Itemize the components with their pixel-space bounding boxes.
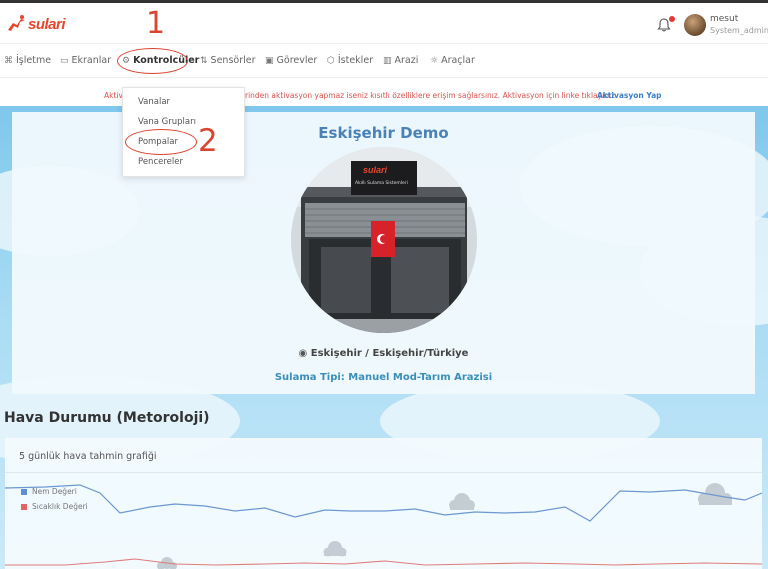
annotation-step-2: 2 (198, 123, 218, 159)
nav-label: Sensörler (210, 55, 256, 66)
monitor-icon: ▭ (60, 55, 69, 66)
logo[interactable]: sulari (5, 13, 66, 35)
user-name[interactable]: mesut (710, 14, 738, 24)
weather-card: 5 günlük hava tahmin grafiği Nem Değeri … (5, 438, 762, 569)
nav-item-sensorler[interactable]: ⇅ Sensörler (200, 55, 256, 66)
top-bar: sulari mesut System_admin (0, 0, 768, 44)
legend-label: Nem Değeri (32, 487, 77, 496)
nav-item-gorevler[interactable]: ▣ Görevler (265, 55, 317, 66)
nav-item-istekler[interactable]: ⬡ İstekler (327, 55, 373, 66)
logo-text: sulari (28, 15, 66, 33)
weather-heading: Hava Durumu (Metoroloji) (4, 410, 210, 426)
sign-brand: sulari (363, 165, 388, 175)
nav-label: Ekranlar (71, 55, 112, 66)
cloud-icon (323, 541, 347, 557)
legend-temperature[interactable]: Sıcaklık Değeri (21, 502, 88, 511)
command-icon: ⌘ (4, 55, 13, 66)
nav-label: Araçlar (441, 55, 475, 66)
annotation-ring-pompalar (125, 129, 197, 155)
nav-item-isletme[interactable]: ⌘ İşletme (4, 55, 51, 66)
avatar[interactable] (684, 14, 706, 36)
nav-item-araclar[interactable]: ☼ Araçlar (430, 55, 475, 66)
annotation-step-1: 1 (146, 6, 166, 41)
logo-runner-icon (8, 15, 25, 31)
humidity-line (5, 484, 762, 522)
cloud-icon (698, 483, 732, 505)
dropdown-item-pencereler[interactable]: Pencereler (138, 157, 183, 167)
activation-link[interactable]: Aktivasyon Yap (597, 91, 662, 100)
location-text: Eskişehir / Eskişehir/Türkiye (310, 348, 469, 359)
legend-humidity[interactable]: Nem Değeri (21, 487, 77, 496)
map-pin-icon: ◉ (298, 348, 308, 359)
weather-subtitle: 5 günlük hava tahmin grafiği (19, 451, 157, 462)
cube-icon: ⬡ (327, 55, 335, 66)
legend-swatch (21, 488, 27, 495)
nav-label: İşletme (16, 55, 52, 66)
nav-label: Görevler (276, 55, 318, 66)
main-nav: ⌘ İşletme ▭ Ekranlar ⚙ Kontrolcüler ⇅ Se… (0, 45, 768, 78)
legend-label: Sıcaklık Değeri (32, 502, 88, 511)
legend-swatch (21, 503, 27, 510)
nav-label: İstekler (337, 55, 374, 66)
sensor-icon: ⇅ (200, 55, 208, 66)
dropdown-item-vanalar[interactable]: Vanalar (138, 97, 170, 107)
dropdown-item-vana-gruplari[interactable]: Vana Grupları (138, 117, 196, 127)
briefcase-icon: ▣ (265, 55, 274, 66)
sign-text: Akıllı Sulama Sistemleri (355, 181, 408, 186)
notice-text-left: Aktiv (104, 91, 123, 100)
nav-item-arazi[interactable]: ▥ Arazi (383, 55, 418, 66)
user-role: System_admin (710, 26, 768, 35)
activation-notice: Aktiv rinden aktivasyon yapmaz iseniz kı… (0, 84, 768, 106)
notice-text-right: rinden aktivasyon yapmaz iseniz kısıtlı … (245, 91, 615, 100)
notification-dot (669, 16, 675, 22)
nav-label: Arazi (394, 55, 419, 66)
sun-icon: ☼ (430, 55, 439, 66)
map-icon: ▥ (383, 55, 392, 66)
temperature-line (5, 558, 762, 566)
cloud-icon (449, 493, 475, 510)
farm-photo: sulari Akıllı Sulama Sistemleri (291, 147, 477, 333)
farm-location: ◉ Eskişehir / Eskişehir/Türkiye (12, 348, 755, 359)
irrigation-type: Sulama Tipi: Manuel Mod-Tarım Arazisi (274, 372, 493, 383)
nav-item-ekranlar[interactable]: ▭ Ekranlar (60, 55, 111, 66)
weather-chart (5, 483, 762, 569)
annotation-ring-kontrolculer (117, 48, 188, 74)
